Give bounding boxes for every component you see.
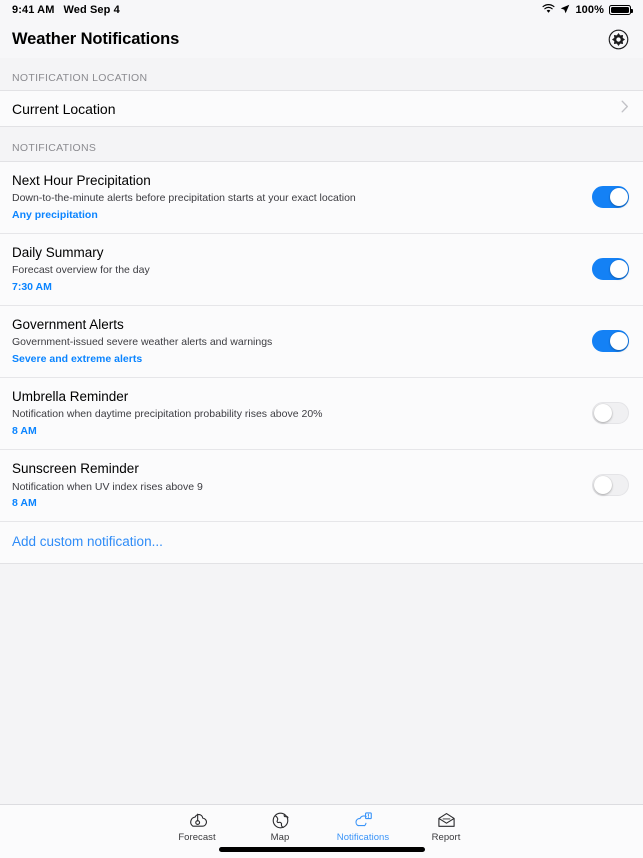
tab-report[interactable]: Report bbox=[405, 810, 488, 843]
gear-icon[interactable] bbox=[607, 28, 629, 50]
wifi-icon bbox=[542, 3, 555, 17]
tab-forecast[interactable]: Forecast bbox=[156, 810, 239, 843]
tab-notifications[interactable]: Notifications bbox=[322, 810, 405, 843]
notification-title: Daily Summary bbox=[12, 245, 104, 261]
battery-full-icon bbox=[609, 5, 633, 15]
current-location-label: Current Location bbox=[12, 100, 116, 117]
notification-value: Any precipitation bbox=[12, 208, 98, 221]
notification-row[interactable]: Daily Summary Forecast overview for the … bbox=[0, 234, 643, 307]
chevron-right-icon bbox=[621, 100, 629, 118]
status-time: 9:41 AM bbox=[12, 4, 55, 16]
page-title: Weather Notifications bbox=[12, 29, 180, 48]
notification-text: Government Alerts Government-issued seve… bbox=[12, 316, 592, 366]
tab-label: Report bbox=[431, 832, 461, 843]
status-bar: 9:41 AM Wed Sep 4 100% bbox=[0, 0, 643, 20]
notification-toggle[interactable] bbox=[592, 330, 629, 353]
notification-text: Umbrella Reminder Notification when dayt… bbox=[12, 388, 592, 438]
notification-toggle[interactable] bbox=[592, 186, 629, 209]
status-bar-left: 9:41 AM Wed Sep 4 bbox=[12, 4, 120, 16]
status-bar-right: 100% bbox=[542, 3, 633, 17]
home-indicator bbox=[218, 847, 425, 852]
notification-subtitle: Notification when daytime precipitation … bbox=[12, 408, 323, 421]
thermometer-cloud-icon bbox=[188, 810, 207, 830]
status-date: Wed Sep 4 bbox=[63, 4, 120, 16]
notification-toggle[interactable] bbox=[592, 402, 629, 425]
notification-title: Next Hour Precipitation bbox=[12, 173, 151, 188]
add-custom-notification-label: Add custom notification... bbox=[12, 534, 163, 550]
tab-map[interactable]: Map bbox=[239, 810, 322, 843]
battery-percentage: 100% bbox=[575, 4, 604, 16]
notification-title: Government Alerts bbox=[12, 317, 124, 333]
tab-label: Forecast bbox=[178, 832, 216, 843]
section-header-notifications: NOTIFICATIONS bbox=[0, 127, 643, 161]
location-arrow-icon bbox=[560, 4, 570, 17]
settings-content: NOTIFICATION LOCATION Current Location N… bbox=[0, 58, 643, 804]
notification-value: Severe and extreme alerts bbox=[12, 353, 143, 366]
envelope-icon bbox=[437, 810, 456, 830]
notification-subtitle: Forecast overview for the day bbox=[12, 264, 150, 277]
notification-subtitle: Notification when UV index rises above 9 bbox=[12, 480, 203, 493]
notification-toggle[interactable] bbox=[592, 258, 629, 281]
cloud-alert-icon bbox=[354, 810, 373, 830]
add-custom-notification-row[interactable]: Add custom notification... bbox=[0, 522, 643, 564]
notification-text: Daily Summary Forecast overview for the … bbox=[12, 244, 592, 294]
notification-value: 8 AM bbox=[12, 497, 37, 510]
current-location-row[interactable]: Current Location bbox=[0, 91, 643, 126]
notifications-group: Next Hour Precipitation Down-to-the-minu… bbox=[0, 161, 643, 565]
notification-text: Sunscreen Reminder Notification when UV … bbox=[12, 460, 592, 510]
tab-label: Notifications bbox=[336, 832, 390, 843]
notification-row[interactable]: Umbrella Reminder Notification when dayt… bbox=[0, 378, 643, 451]
location-group: Current Location bbox=[0, 90, 643, 127]
section-header-location: NOTIFICATION LOCATION bbox=[0, 58, 643, 90]
notification-row[interactable]: Sunscreen Reminder Notification when UV … bbox=[0, 450, 643, 523]
notification-text: Next Hour Precipitation Down-to-the-minu… bbox=[12, 172, 592, 222]
notification-title: Umbrella Reminder bbox=[12, 389, 129, 405]
notification-title: Sunscreen Reminder bbox=[12, 461, 139, 477]
notification-row[interactable]: Government Alerts Government-issued seve… bbox=[0, 306, 643, 379]
notification-subtitle: Down-to-the-minute alerts before precipi… bbox=[12, 192, 356, 205]
app-root: 9:41 AM Wed Sep 4 100% Weather Notificat… bbox=[0, 0, 643, 858]
navigation-bar: Weather Notifications bbox=[0, 20, 643, 58]
tab-label: Map bbox=[270, 832, 290, 843]
globe-icon bbox=[271, 810, 290, 830]
notification-row[interactable]: Next Hour Precipitation Down-to-the-minu… bbox=[0, 162, 643, 235]
notification-subtitle: Government-issued severe weather alerts … bbox=[12, 336, 273, 349]
notification-toggle[interactable] bbox=[592, 474, 629, 497]
notification-value: 7:30 AM bbox=[12, 280, 52, 293]
notification-value: 8 AM bbox=[12, 425, 37, 438]
